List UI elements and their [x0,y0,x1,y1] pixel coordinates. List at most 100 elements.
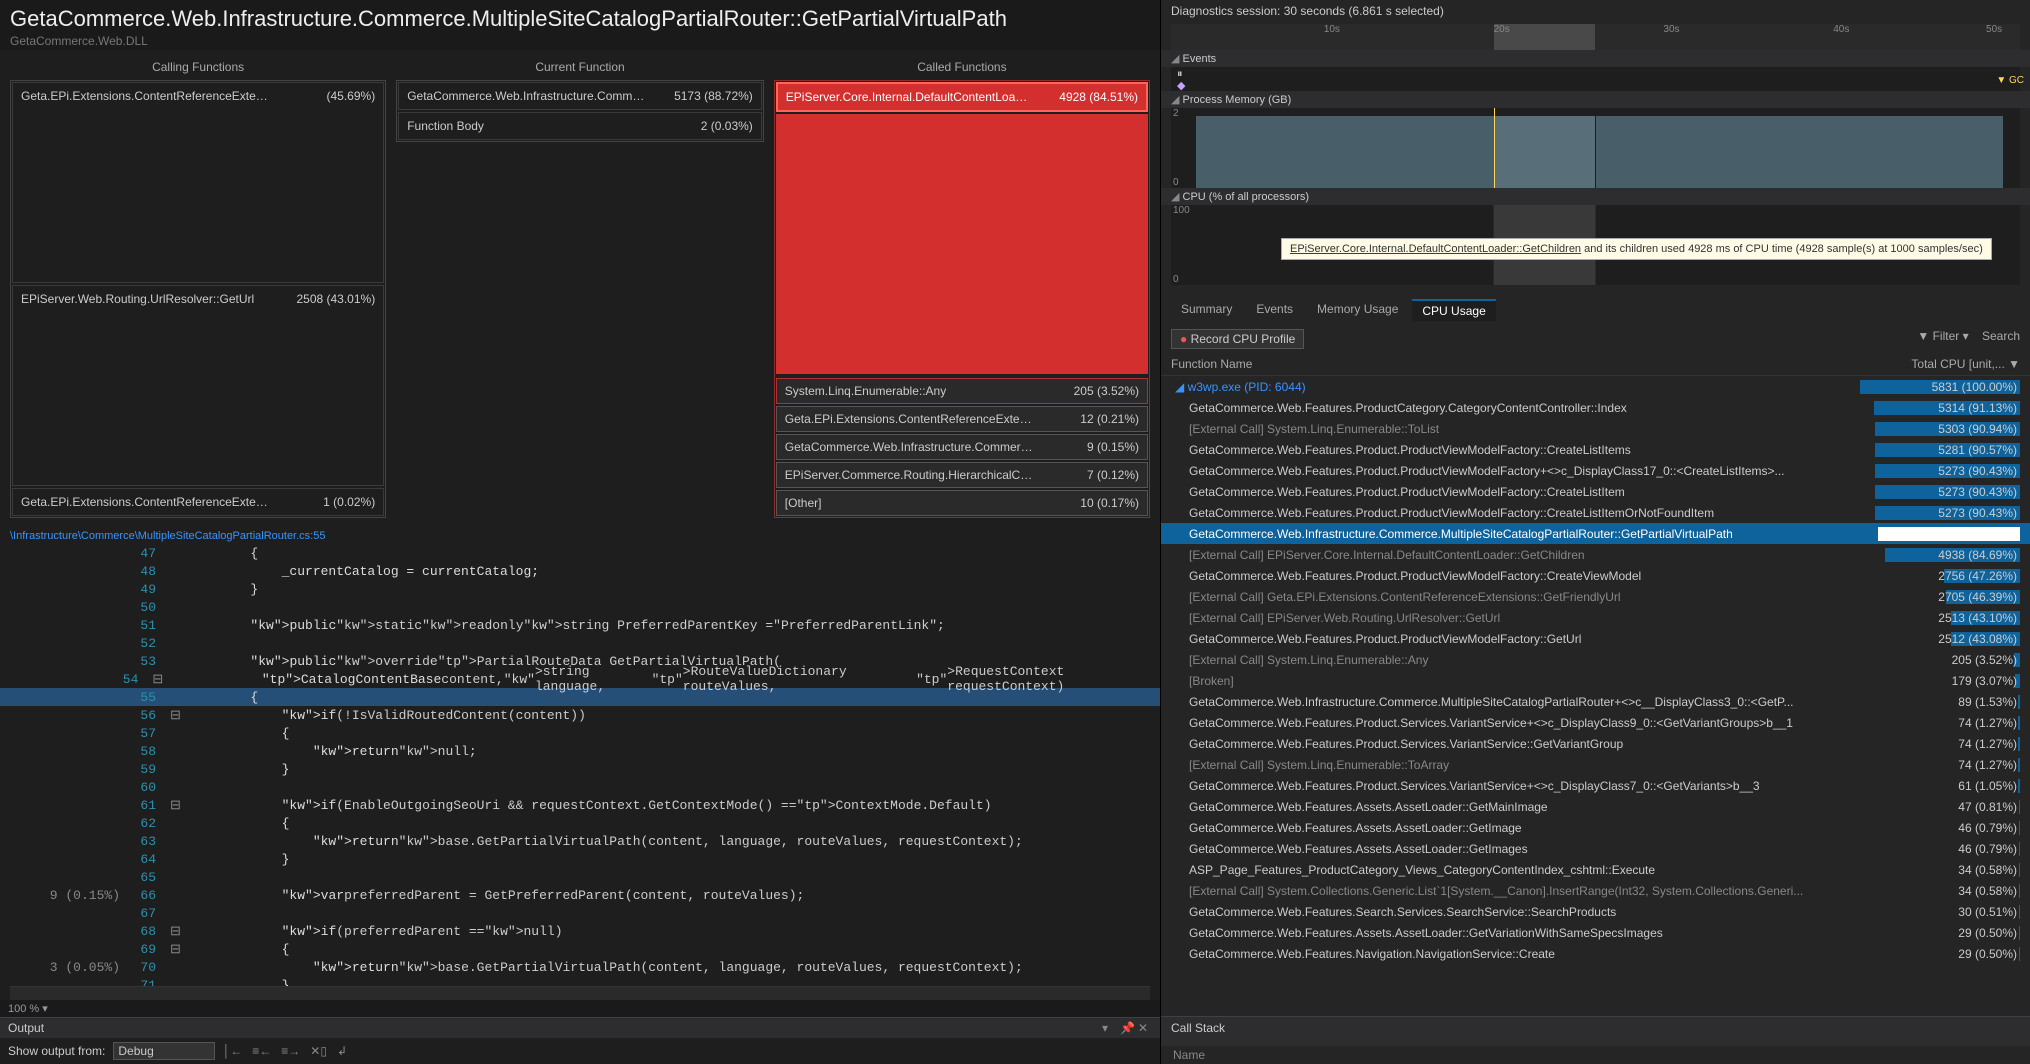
func-row[interactable]: ASP_Page_Features_ProductCategory_Views_… [1161,859,2030,880]
close-icon[interactable]: ✕ [1138,1021,1152,1035]
func-row[interactable]: GetaCommerce.Web.Features.Assets.AssetLo… [1161,922,2030,943]
called-fn-4[interactable]: [Other]10 (0.17%) [776,490,1148,516]
memory-chart[interactable]: 2 0 [1171,108,2020,188]
mem-label[interactable]: Process Memory (GB) [1183,94,1292,106]
code-line[interactable]: 56⊟ "kw">if (!IsValidRoutedContent(conte… [0,706,1160,724]
dropdown-icon[interactable]: ▾ [1102,1021,1116,1035]
tab-summary[interactable]: Summary [1171,299,1242,321]
func-row[interactable]: GetaCommerce.Web.Features.Assets.AssetLo… [1161,817,2030,838]
func-row[interactable]: [Broken]179 (3.07%) [1161,670,2030,691]
code-line[interactable]: 67 [0,904,1160,922]
process-root-row[interactable]: ◢ w3wp.exe (PID: 6044) 5831 (100.00%) [1161,376,2030,397]
zoom-level[interactable]: 100 % [8,1003,39,1015]
gc-legend: ▼ GC [1996,75,2024,86]
func-row[interactable]: GetaCommerce.Web.Features.Product.Produc… [1161,565,2030,586]
cpu-label[interactable]: CPU (% of all processors) [1161,188,2030,205]
pin-icon[interactable]: 📌 [1120,1021,1134,1035]
func-row[interactable]: GetaCommerce.Web.Features.Product.Servic… [1161,712,2030,733]
step-icon[interactable]: ≡← [252,1044,271,1058]
func-row[interactable]: GetaCommerce.Web.Features.Product.Produc… [1161,502,2030,523]
code-line[interactable]: 47 { [0,544,1160,562]
called-fn-0[interactable]: System.Linq.Enumerable::Any205 (3.52%) [776,378,1148,404]
func-row[interactable]: GetaCommerce.Web.Infrastructure.Commerce… [1161,691,2030,712]
code-line[interactable]: 63 "kw">return "kw">base.GetPartialVirtu… [0,832,1160,850]
current-fn-body[interactable]: Function Body 2 (0.03%) [398,112,762,140]
code-editor[interactable]: ↘ 47 {48 _currentCatalog = currentCatalo… [0,544,1160,986]
func-row[interactable]: GetaCommerce.Web.Features.Product.Produc… [1161,460,2030,481]
code-line[interactable]: 52 [0,634,1160,652]
code-line[interactable]: 69⊟ { [0,940,1160,958]
code-line[interactable]: 65 [0,868,1160,886]
func-row[interactable]: [External Call] System.Linq.Enumerable::… [1161,649,2030,670]
code-line[interactable]: 48 _currentCatalog = currentCatalog; [0,562,1160,580]
func-row[interactable]: [External Call] EPiServer.Core.Internal.… [1161,544,2030,565]
code-line[interactable]: 60 [0,778,1160,796]
func-row[interactable]: GetaCommerce.Web.Features.Product.Servic… [1161,775,2030,796]
tab-events[interactable]: Events [1246,299,1303,321]
calling-header: Calling Functions [10,60,386,74]
module-name: GetaCommerce.Web.DLL [10,34,1150,48]
func-row[interactable]: GetaCommerce.Web.Features.Product.Produc… [1161,628,2030,649]
tab-cpu-usage[interactable]: CPU Usage [1412,299,1495,321]
record-cpu-button[interactable]: ● Record CPU Profile [1171,329,1304,349]
called-fn-1[interactable]: Geta.EPi.Extensions.ContentReferenceExte… [776,406,1148,432]
func-row[interactable]: [External Call] System.Linq.Enumerable::… [1161,754,2030,775]
func-row[interactable]: [External Call] EPiServer.Web.Routing.Ur… [1161,607,2030,628]
calling-fn-2[interactable]: Geta.EPi.Extensions.ContentReferenceExte… [12,488,384,516]
called-fn-3[interactable]: EPiServer.Commerce.Routing.HierarchicalC… [776,462,1148,488]
code-line[interactable]: 71 } [0,976,1160,986]
called-fn-2[interactable]: GetaCommerce.Web.Infrastructure.Commerce… [776,434,1148,460]
calling-fn-1[interactable]: EPiServer.Web.Routing.UrlResolver::GetUr… [12,285,384,486]
code-line[interactable]: 59 } [0,760,1160,778]
search-button[interactable]: Search [1982,329,2020,343]
func-row[interactable]: GetaCommerce.Web.Features.ProductCategor… [1161,397,2030,418]
code-line[interactable]: 3 (0.05%)70 "kw">return "kw">base.GetPar… [0,958,1160,976]
function-list[interactable]: ◢ w3wp.exe (PID: 6044) 5831 (100.00%) Ge… [1161,376,2030,1016]
func-row[interactable]: GetaCommerce.Web.Infrastructure.Commerce… [1161,523,2030,544]
filter-button[interactable]: ▼ Filter ▾ [1917,329,1968,343]
code-line[interactable]: 50 [0,598,1160,616]
func-row[interactable]: GetaCommerce.Web.Features.Product.Servic… [1161,733,2030,754]
func-row[interactable]: [External Call] System.Collections.Gener… [1161,880,2030,901]
code-line[interactable]: 51 "kw">public "kw">static "kw">readonly… [0,616,1160,634]
code-file-path[interactable]: \Infrastructure\Commerce\MultipleSiteCat… [0,528,1160,544]
func-row[interactable]: [External Call] System.Linq.Enumerable::… [1161,418,2030,439]
timeline-ruler[interactable]: 10s 20s 30s 40s 50s [1171,24,2020,50]
code-line[interactable]: 58 "kw">return "kw">null; [0,742,1160,760]
code-line[interactable]: 61⊟ "kw">if (EnableOutgoingSeoUri && req… [0,796,1160,814]
col-function-name[interactable]: Function Name [1171,357,1860,371]
code-line[interactable]: 62 { [0,814,1160,832]
func-row[interactable]: GetaCommerce.Web.Features.Search.Service… [1161,901,2030,922]
func-row[interactable]: [External Call] Geta.EPi.Extensions.Cont… [1161,586,2030,607]
diag-session-header: Diagnostics session: 30 seconds (6.861 s… [1161,0,2030,22]
code-h-scroll[interactable] [10,986,1150,1000]
goto-icon[interactable]: │← [223,1044,243,1058]
step2-icon[interactable]: ≡→ [281,1044,300,1058]
callstack-col: Name [1161,1046,2030,1064]
events-track[interactable]: ⏸ ◆ [1171,67,2020,91]
callstack-title: Call Stack [1171,1021,1225,1035]
func-row[interactable]: GetaCommerce.Web.Features.Product.Produc… [1161,439,2030,460]
tab-memory-usage[interactable]: Memory Usage [1307,299,1408,321]
code-line[interactable]: 9 (0.15%)66 "kw">var preferredParent = G… [0,886,1160,904]
called-hot-fn[interactable]: EPiServer.Core.Internal.DefaultContentLo… [776,82,1148,112]
code-line[interactable]: 57 { [0,724,1160,742]
clear-icon[interactable]: ✕▯ [310,1044,327,1058]
page-title: GetaCommerce.Web.Infrastructure.Commerce… [10,6,1150,32]
current-header: Current Function [396,60,764,74]
code-line[interactable]: 54⊟ "tp">CatalogContentBase content, "kw… [0,670,1160,688]
current-fn-0[interactable]: GetaCommerce.Web.Infrastructure.Commerce… [398,82,762,110]
output-source-select[interactable]: Debug [113,1042,214,1060]
func-row[interactable]: GetaCommerce.Web.Features.Assets.AssetLo… [1161,796,2030,817]
events-label[interactable]: Events [1161,50,2030,67]
code-line[interactable]: 49 } [0,580,1160,598]
func-row[interactable]: GetaCommerce.Web.Features.Assets.AssetLo… [1161,838,2030,859]
func-row[interactable]: GetaCommerce.Web.Features.Navigation.Nav… [1161,943,2030,964]
code-line[interactable]: 68⊟ "kw">if (preferredParent == "kw">nul… [0,922,1160,940]
hot-path-tooltip: EPiServer.Core.Internal.DefaultContentLo… [1281,238,1992,260]
calling-fn-0[interactable]: Geta.EPi.Extensions.ContentReferenceExte… [12,82,384,283]
code-line[interactable]: 64 } [0,850,1160,868]
wrap-icon[interactable]: ↲ [337,1044,347,1058]
col-total-cpu[interactable]: Total CPU [unit,... ▼ [1860,357,2020,371]
func-row[interactable]: GetaCommerce.Web.Features.Product.Produc… [1161,481,2030,502]
